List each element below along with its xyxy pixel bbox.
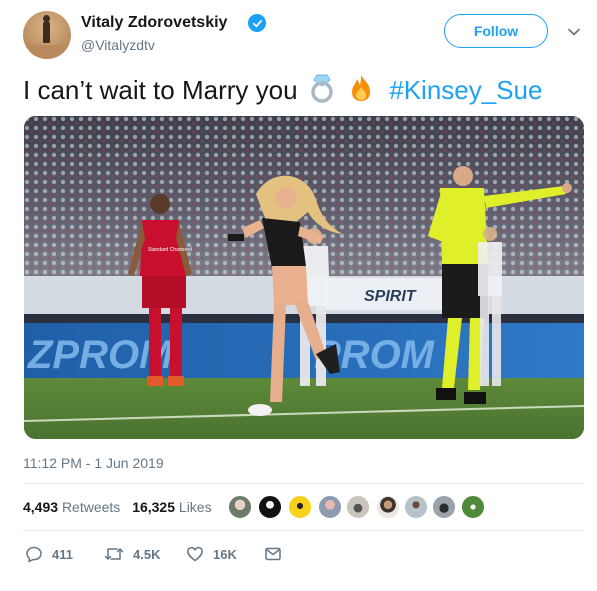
retweet-count[interactable]: 4,493: [23, 499, 58, 515]
advertising-board-text: SPIRIT: [364, 288, 417, 305]
divider: [23, 483, 583, 484]
retweet-icon: [104, 548, 124, 560]
liker-avatar[interactable]: [258, 495, 282, 519]
like-action[interactable]: 16K: [186, 545, 237, 563]
liker-avatar[interactable]: [346, 495, 370, 519]
ring-emoji-icon: [309, 73, 335, 114]
liker-avatar[interactable]: [376, 495, 400, 519]
author-avatar[interactable]: [23, 11, 71, 59]
reply-action[interactable]: 411: [25, 545, 73, 563]
heart-icon: [187, 546, 203, 562]
tweet-timestamp[interactable]: 11:12 PM - 1 Jun 2019: [23, 455, 164, 471]
liker-avatar[interactable]: [288, 495, 312, 519]
chevron-down-icon[interactable]: [566, 24, 582, 40]
direct-message-action[interactable]: [264, 545, 282, 563]
liker-avatar[interactable]: [461, 495, 485, 519]
envelope-icon: [265, 547, 281, 561]
fire-emoji-icon: [346, 73, 376, 114]
reply-icon: [26, 546, 42, 563]
liker-avatar[interactable]: [228, 495, 252, 519]
like-count[interactable]: 16,325: [132, 499, 175, 515]
hashtag-link[interactable]: #Kinsey_Sue: [389, 75, 542, 105]
liker-avatar[interactable]: [432, 495, 456, 519]
author-name[interactable]: Vitaly Zdorovetskiy: [81, 13, 227, 33]
retweet-action[interactable]: 4.5K: [104, 545, 160, 563]
like-action-count: 16K: [213, 546, 237, 562]
retweet-action-count: 4.5K: [133, 546, 161, 562]
verified-badge-icon: [248, 14, 266, 32]
tweet-body: I can’t wait to Marry you: [23, 75, 298, 105]
divider: [23, 530, 583, 531]
reply-count: 411: [52, 546, 73, 562]
liker-avatar[interactable]: [404, 495, 428, 519]
author-handle[interactable]: @Vitalyzdtv: [81, 36, 155, 54]
retweet-label[interactable]: Retweets: [62, 499, 120, 515]
liker-avatar[interactable]: [318, 495, 342, 519]
tweet-stats: 4,493 Retweets 16,325 Likes: [23, 499, 212, 515]
tweet-text: I can’t wait to Marry you #Kinsey_Sue: [23, 70, 542, 114]
jersey-sponsor-text: Standard Chartered: [148, 247, 192, 253]
follow-button[interactable]: Follow: [444, 14, 548, 48]
tweet-photo[interactable]: SPIRIT ZPROM PROM Standard Chartered: [24, 116, 584, 439]
like-label[interactable]: Likes: [179, 499, 212, 515]
